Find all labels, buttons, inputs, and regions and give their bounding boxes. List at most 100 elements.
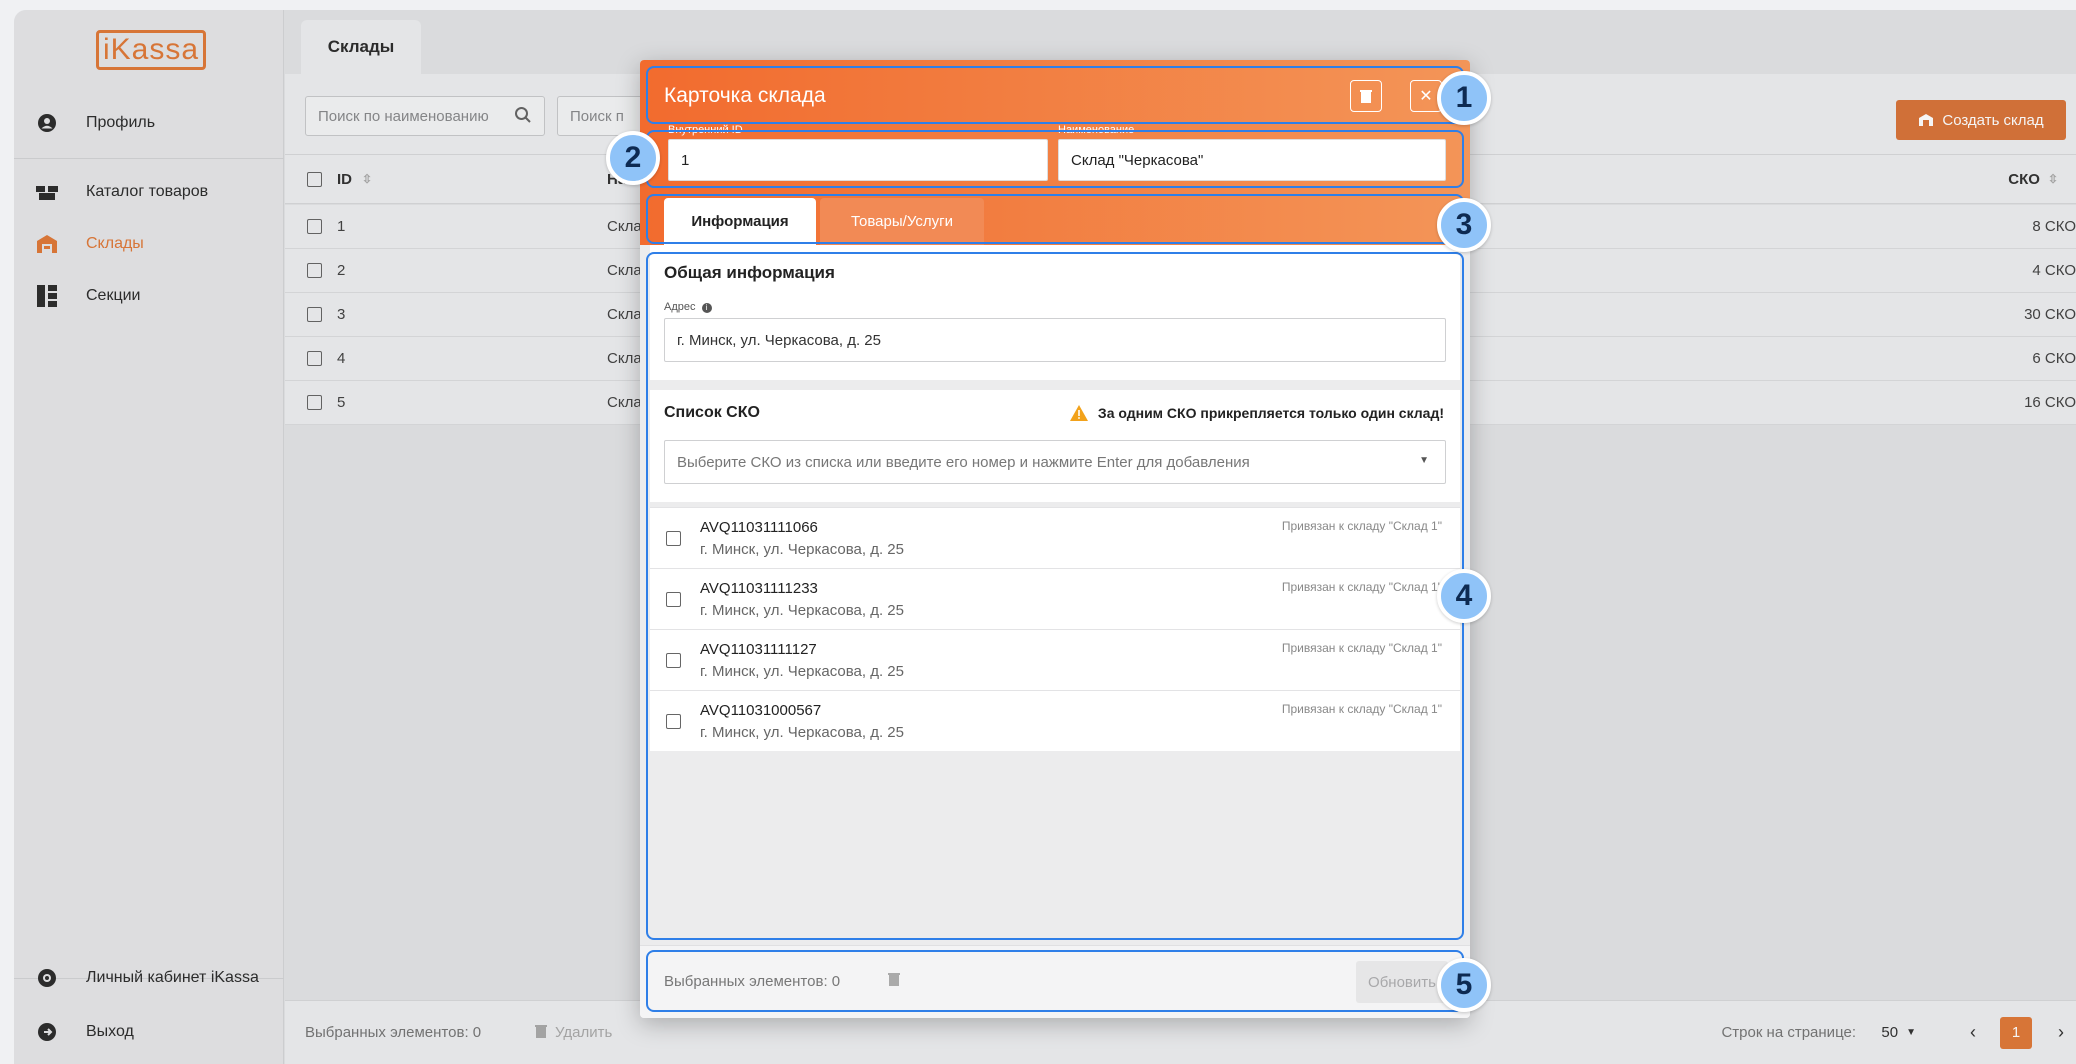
item-checkbox[interactable] [666, 592, 681, 607]
warning-icon [1069, 405, 1088, 421]
sko-binding: Привязан к складу "Склад 1" [1281, 580, 1442, 594]
row-id: 5 [337, 394, 346, 411]
next-page-button[interactable]: › [2058, 1001, 2064, 1064]
tab-warehouses[interactable]: Склады [301, 20, 421, 74]
modal-footer: Выбранных элементов: 0 Обновить [640, 945, 1470, 1018]
sidebar-item-warehouses[interactable]: Склады [14, 222, 284, 266]
callout-badge-2: 2 [606, 131, 660, 185]
rows-per-page-select[interactable]: 50 ▼ [1881, 1001, 1916, 1064]
sidebar-item-label: Выход [86, 1023, 134, 1040]
sort-icon[interactable]: ⇳ [2048, 172, 2058, 186]
sko-address: г. Минск, ул. Черкасова, д. 25 [700, 541, 904, 558]
close-icon: ✕ [1419, 88, 1433, 105]
callout-badge-5: 5 [1437, 958, 1491, 1012]
row-sko: 30 СКО [2024, 306, 2076, 323]
sidebar-item-label: Секции [86, 287, 141, 304]
sko-select[interactable]: Выберите СКО из списка или введите его н… [664, 440, 1446, 484]
tab-information[interactable]: Информация [664, 198, 816, 245]
delete-button[interactable]: Удалить [535, 1001, 612, 1064]
search-placeholder: Поиск п [570, 107, 624, 125]
item-checkbox[interactable] [666, 653, 681, 668]
row-checkbox[interactable] [307, 263, 322, 278]
row-sko: 16 СКО [2024, 394, 2076, 411]
delete-warehouse-button[interactable] [1350, 80, 1382, 112]
warning-text: За одним СКО прикрепляется только один с… [1097, 405, 1444, 421]
trash-icon [1360, 90, 1372, 103]
sko-address: г. Минск, ул. Черкасова, д. 25 [700, 663, 904, 680]
caret-down-icon: ▼ [1906, 1027, 1916, 1038]
row-id: 2 [337, 262, 346, 279]
logout-icon [36, 1021, 58, 1043]
boxes-icon [36, 181, 58, 203]
sidebar-item-catalog[interactable]: Каталог товаров [14, 170, 284, 214]
sort-icon[interactable]: ⇳ [362, 172, 372, 186]
sidebar-item-sections[interactable]: Секции [14, 274, 284, 318]
name-label: Наименование [1058, 124, 1135, 136]
item-checkbox[interactable] [666, 714, 681, 729]
warehouse-icon [36, 233, 58, 255]
sidebar: iKassa Профиль Каталог товаров Склады Се… [14, 10, 284, 1064]
sko-number: AVQ11031111066 [700, 519, 818, 536]
warehouse-card-modal: Карточка склада ✕ Внутренний ID Наименов… [640, 60, 1470, 1018]
internal-id-field[interactable]: 1 [668, 139, 1048, 181]
callout-badge-1: 1 [1437, 71, 1491, 125]
sko-warning: За одним СКО прикрепляется только один с… [1069, 405, 1444, 421]
row-checkbox[interactable] [307, 351, 322, 366]
sidebar-item-cabinet[interactable]: Личный кабинет iKassa [14, 956, 284, 1000]
select-all-checkbox[interactable] [307, 171, 322, 187]
warehouse-icon [1919, 114, 1934, 126]
sections-icon [36, 285, 58, 307]
search-name-input[interactable]: Поиск по наименованию [305, 96, 545, 136]
prev-page-button[interactable]: ‹ [1970, 1001, 1976, 1064]
rows-per-page-value: 50 [1881, 1024, 1899, 1041]
sidebar-item-profile[interactable]: Профиль [14, 101, 284, 145]
sidebar-item-label: Профиль [86, 114, 156, 131]
modal-selected-count: Выбранных элементов: 0 [664, 973, 841, 990]
sko-section: Список СКО За одним СКО прикрепляется то… [650, 390, 1460, 502]
item-checkbox[interactable] [666, 531, 681, 546]
internal-id-label: Внутренний ID [668, 124, 743, 136]
sko-binding: Привязан к складу "Склад 1" [1281, 702, 1442, 716]
ikassa-logo[interactable]: iKassa [96, 30, 206, 70]
row-checkbox[interactable] [307, 219, 322, 234]
update-button[interactable]: Обновить [1356, 961, 1448, 1003]
list-item[interactable]: AVQ11031000567 г. Минск, ул. Черкасова, … [650, 690, 1460, 751]
sidebar-item-label: Склады [86, 235, 144, 252]
row-sko: 8 СКО [2032, 218, 2076, 235]
search-placeholder: Поиск по наименованию [318, 107, 489, 125]
rows-per-page-label: Строк на странице: [1721, 1024, 1856, 1041]
delete-selected-button[interactable] [888, 972, 900, 991]
sko-select-placeholder: Выберите СКО из списка или введите его н… [677, 453, 1250, 471]
list-item[interactable]: AVQ11031111233 г. Минск, ул. Черкасова, … [650, 568, 1460, 629]
caret-down-icon: ▼ [1419, 455, 1429, 466]
tab-goods-services[interactable]: Товары/Услуги [820, 198, 984, 245]
trash-icon [535, 1024, 547, 1042]
sko-number: AVQ11031000567 [700, 702, 822, 719]
search-icon [514, 106, 532, 128]
sidebar-item-label: Каталог товаров [86, 183, 209, 200]
column-id[interactable]: ID [337, 171, 352, 188]
warehouse-name-field[interactable]: Склад "Черкасова" [1058, 139, 1446, 181]
modal-header: Карточка склада ✕ Внутренний ID Наименов… [640, 60, 1470, 245]
list-item[interactable]: AVQ11031111127 г. Минск, ул. Черкасова, … [650, 629, 1460, 690]
list-item[interactable]: AVQ11031111066 г. Минск, ул. Черкасова, … [650, 507, 1460, 568]
column-sko[interactable]: СКО [2008, 171, 2040, 188]
row-checkbox[interactable] [307, 307, 322, 322]
row-id: 3 [337, 306, 346, 323]
page-1-button[interactable]: 1 [2000, 1001, 2032, 1064]
create-warehouse-button[interactable]: Создать склад [1896, 100, 2066, 140]
address-field[interactable]: г. Минск, ул. Черкасова, д. 25 [664, 318, 1446, 362]
callout-badge-4: 4 [1437, 569, 1491, 623]
row-id: 1 [337, 218, 346, 235]
current-page: 1 [2000, 1016, 2032, 1049]
address-label: Адрес i [664, 301, 712, 313]
sidebar-item-logout[interactable]: Выход [14, 1010, 284, 1054]
callout-badge-3: 3 [1437, 198, 1491, 252]
sko-address: г. Минск, ул. Черкасова, д. 25 [700, 724, 904, 741]
sko-list-title: Список СКО [664, 404, 760, 421]
divider [14, 158, 284, 159]
modal-title: Карточка склада [664, 84, 826, 107]
row-sko: 4 СКО [2032, 262, 2076, 279]
row-checkbox[interactable] [307, 395, 322, 410]
user-circle-icon [36, 112, 58, 134]
